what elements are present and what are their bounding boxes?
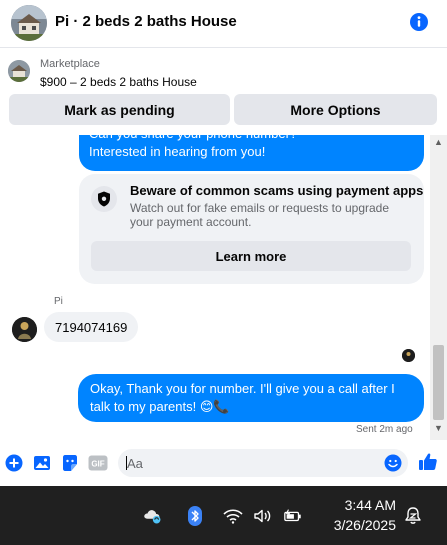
- scam-warning-card: Beware of common scams using payment app…: [79, 174, 424, 284]
- taskbar-clock-date[interactable]: 3/26/2025: [322, 517, 396, 533]
- scroll-down-arrow-icon[interactable]: ▼: [434, 423, 443, 433]
- conversation-title[interactable]: Pi · 2 beds 2 baths House: [55, 13, 237, 30]
- windows-taskbar: 3:44 AM 3/26/2025: [0, 486, 447, 545]
- bluetooth-icon[interactable]: [185, 506, 205, 526]
- taskbar-clock-time[interactable]: 3:44 AM: [330, 497, 396, 513]
- learn-more-button[interactable]: Learn more: [91, 241, 411, 271]
- scam-warning-description: Watch out for fake emails or requests to…: [130, 201, 390, 229]
- message-thread: Can you share your phone number? Interes…: [0, 135, 430, 440]
- message-text-line: Can you share your phone number?: [89, 135, 414, 143]
- listing-name[interactable]: $900 – 2 beds 2 baths House: [40, 75, 197, 89]
- volume-icon[interactable]: [253, 506, 273, 526]
- scrollbar-thumb[interactable]: [433, 345, 444, 420]
- listing-source-label: Marketplace: [40, 58, 100, 70]
- incoming-message-bubble: 7194074169: [44, 312, 139, 342]
- info-icon[interactable]: [409, 12, 429, 32]
- marketplace-listing-bar: Marketplace $900 – 2 beds 2 baths House …: [0, 49, 447, 135]
- read-receipt-avatar: [402, 349, 415, 362]
- message-status: Sent 2m ago: [356, 424, 413, 435]
- wifi-icon[interactable]: [223, 506, 243, 526]
- onedrive-sync-icon[interactable]: [143, 506, 163, 526]
- sticker-icon[interactable]: [61, 454, 79, 472]
- sender-name: Pi: [54, 296, 63, 307]
- outgoing-message-bubble: Can you share your phone number? Interes…: [79, 135, 424, 171]
- scroll-up-arrow-icon[interactable]: ▲: [434, 137, 443, 147]
- chat-header: Pi · 2 beds 2 baths House: [0, 0, 447, 48]
- gif-label: GIF: [91, 460, 104, 469]
- battery-icon[interactable]: [283, 506, 303, 526]
- photo-icon[interactable]: [33, 454, 51, 472]
- notification-bell-icon[interactable]: [403, 506, 423, 526]
- listing-thumbnail[interactable]: [8, 60, 30, 82]
- more-options-button[interactable]: More Options: [234, 94, 437, 125]
- thumbs-up-icon[interactable]: [418, 452, 438, 472]
- message-input[interactable]: [127, 449, 377, 477]
- message-text-line: Interested in hearing from you!: [89, 144, 266, 159]
- gif-icon[interactable]: GIF: [88, 454, 108, 472]
- shield-icon: [91, 186, 117, 212]
- sender-avatar[interactable]: [12, 317, 37, 342]
- message-input-container[interactable]: [118, 449, 408, 477]
- outgoing-message-bubble: Okay, Thank you for number. I'll give yo…: [78, 374, 424, 422]
- scam-warning-heading: Beware of common scams using payment app…: [130, 183, 424, 198]
- house-photo-avatar[interactable]: [11, 5, 47, 41]
- emoji-icon[interactable]: [384, 454, 402, 472]
- plus-circle-icon[interactable]: [5, 454, 23, 472]
- mark-as-pending-button[interactable]: Mark as pending: [9, 94, 230, 125]
- message-composer: GIF: [0, 440, 447, 486]
- chat-scrollbar[interactable]: ▲ ▼: [430, 135, 447, 440]
